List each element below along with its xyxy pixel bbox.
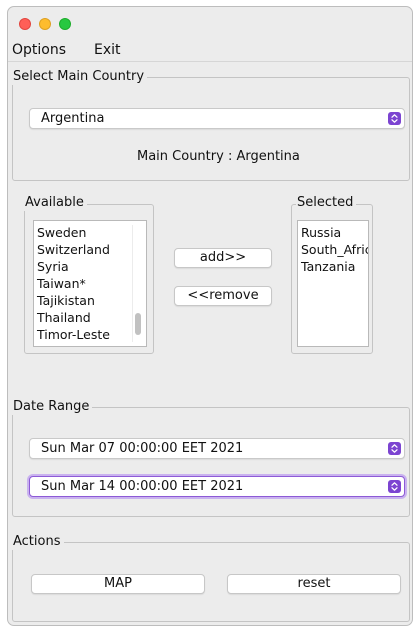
minimize-window-button[interactable] — [39, 18, 51, 30]
list-item[interactable]: Tajikistan — [37, 293, 95, 309]
available-legend: Available — [24, 195, 87, 211]
combo-updown-icon — [388, 480, 401, 493]
available-list[interactable]: Sweden Switzerland Syria Taiwan* Tajikis… — [33, 220, 147, 347]
list-item[interactable]: Syria — [37, 259, 69, 275]
end-date-combo[interactable]: Sun Mar 14 00:00:00 EET 2021 — [29, 476, 405, 497]
combo-updown-icon — [388, 442, 401, 455]
available-scrollbar[interactable] — [132, 225, 142, 342]
main-country-legend: Select Main Country — [12, 69, 148, 85]
title-bar — [8, 7, 412, 39]
list-item[interactable]: Tanzania — [301, 259, 355, 275]
menu-options[interactable]: Options — [12, 42, 66, 58]
combo-updown-icon — [388, 112, 401, 125]
date-range-group: Date Range Sun Mar 07 00:00:00 EET 2021 … — [12, 399, 410, 517]
available-group: Available Sweden Switzerland Syria Taiwa… — [24, 195, 154, 354]
list-item[interactable]: South_Africa — [301, 242, 368, 258]
date-range-legend: Date Range — [12, 399, 93, 415]
main-country-value: Argentina — [41, 111, 105, 126]
end-date-value: Sun Mar 14 00:00:00 EET 2021 — [41, 479, 244, 494]
main-country-label: Main Country : Argentina — [137, 149, 300, 164]
zoom-window-button[interactable] — [59, 18, 71, 30]
actions-group: Actions MAP reset — [12, 534, 410, 622]
scrollbar-thumb[interactable] — [135, 313, 141, 335]
add-button[interactable]: add>> — [174, 248, 272, 268]
map-button[interactable]: MAP — [31, 574, 205, 594]
start-date-combo[interactable]: Sun Mar 07 00:00:00 EET 2021 — [29, 438, 405, 459]
reset-button[interactable]: reset — [227, 574, 401, 594]
actions-legend: Actions — [12, 534, 64, 550]
list-item[interactable]: Thailand — [37, 310, 91, 326]
list-item[interactable]: Timor-Leste — [37, 327, 110, 343]
main-country-combo[interactable]: Argentina — [29, 108, 405, 129]
start-date-value: Sun Mar 07 00:00:00 EET 2021 — [41, 441, 244, 456]
remove-button[interactable]: <<remove — [174, 286, 272, 306]
list-item[interactable]: Switzerland — [37, 242, 110, 258]
selected-legend: Selected — [296, 195, 357, 211]
close-window-button[interactable] — [19, 18, 31, 30]
menu-exit[interactable]: Exit — [94, 42, 121, 58]
selected-list[interactable]: Russia South_Africa Tanzania — [297, 220, 369, 347]
app-window: Options Exit Select Main Country Argenti… — [7, 6, 413, 626]
selected-group: Selected Russia South_Africa Tanzania — [291, 195, 373, 354]
list-item[interactable]: Sweden — [37, 225, 86, 241]
list-item[interactable]: Taiwan* — [37, 276, 86, 292]
list-item[interactable]: Russia — [301, 225, 341, 241]
main-country-group: Select Main Country Argentina Main Count… — [12, 69, 410, 181]
menu-bar: Options Exit — [8, 39, 412, 62]
